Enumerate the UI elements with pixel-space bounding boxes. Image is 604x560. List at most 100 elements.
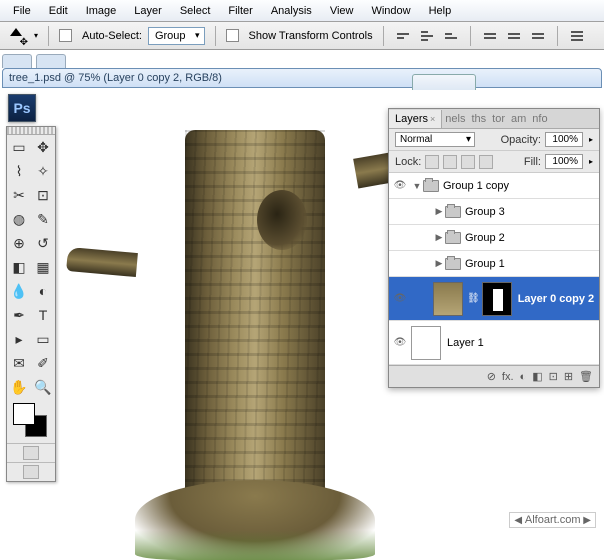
disclosure-triangle-icon[interactable]: ▶ [433,232,445,243]
dodge-tool[interactable]: ◐ [31,279,55,303]
align-bottom-icon[interactable] [442,27,460,45]
layer-mask-icon[interactable]: ◐ [520,371,527,383]
histogram-tab-fragment[interactable]: am [508,110,529,128]
history-brush-tool[interactable]: ↺ [31,231,55,255]
move-tool[interactable]: ✥ [31,135,55,159]
visibility-toggle-icon[interactable] [389,337,411,348]
align-top-icon[interactable] [394,27,412,45]
channels-tab-fragment[interactable]: nels [442,110,468,128]
paths-tab-fragment[interactable]: ths [468,110,489,128]
adjustment-layer-icon[interactable]: ◧ [532,370,542,383]
disclosure-triangle-icon[interactable]: ▶ [433,206,445,217]
new-layer-icon[interactable]: ⊞ [564,370,573,383]
eyedropper-tool[interactable]: ✐ [31,351,55,375]
auto-select-mode-dropdown[interactable]: Group [148,27,205,45]
clone-stamp-tool[interactable]: ⊕ [7,231,31,255]
close-tab-icon[interactable]: × [430,114,435,124]
zoom-tool[interactable]: 🔍 [31,375,55,399]
slice-tool[interactable]: ⊡ [31,183,55,207]
doc-tab[interactable] [36,54,66,68]
type-tool[interactable]: T [31,303,55,327]
align-vcenter-icon[interactable] [418,27,436,45]
layer-row[interactable]: Layer 1 [389,321,599,365]
align-hcenter-icon[interactable] [505,27,523,45]
layer-name[interactable]: Group 2 [465,232,505,244]
layer-thumbnail[interactable] [411,326,441,360]
align-right-icon[interactable] [529,27,547,45]
layer-row-group[interactable]: ▶ Group 3 [389,199,599,225]
notes-tool[interactable]: ✉ [7,351,31,375]
layer-name[interactable]: Layer 0 copy 2 [518,293,594,305]
menu-analysis[interactable]: Analysis [262,2,321,20]
magic-wand-tool[interactable]: ✧ [31,159,55,183]
mask-link-icon[interactable]: ⛓ [467,293,480,304]
crop-tool[interactable]: ✂ [7,183,31,207]
menu-layer[interactable]: Layer [125,2,171,20]
lock-all-icon[interactable] [479,155,493,169]
menu-window[interactable]: Window [362,2,419,20]
opacity-input[interactable]: 100% [545,132,583,147]
visibility-toggle-icon[interactable] [389,293,411,304]
distribute-icon[interactable] [568,27,586,45]
link-layers-icon[interactable]: ⊘ [487,370,496,383]
lasso-tool[interactable]: ⌇ [7,159,31,183]
color-swatches[interactable] [7,399,55,443]
blur-tool[interactable]: 💧 [7,279,31,303]
pen-tool[interactable]: ✒ [7,303,31,327]
panel-grip[interactable] [7,127,55,135]
menu-edit[interactable]: Edit [40,2,77,20]
opacity-slider-icon[interactable]: ▸ [589,135,593,144]
layer-row-selected[interactable]: ⛓ Layer 0 copy 2 [389,277,599,321]
layer-name[interactable]: Layer 1 [447,337,484,349]
eraser-tool[interactable]: ◧ [7,255,31,279]
auto-select-checkbox[interactable] [59,29,72,42]
layer-thumbnail[interactable] [433,282,463,316]
info-tab-fragment[interactable]: nfo [529,110,550,128]
new-group-icon[interactable]: ⊡ [549,370,558,383]
menu-filter[interactable]: Filter [219,2,261,20]
lock-label: Lock: [395,156,421,168]
blend-mode-dropdown[interactable]: Normal [395,132,475,147]
layers-panel-footer: ⊘ fx. ◐ ◧ ⊡ ⊞ 🗑 [389,365,599,387]
shape-tool[interactable]: ▭ [31,327,55,351]
gradient-tool[interactable]: ▦ [31,255,55,279]
disclosure-triangle-icon[interactable]: ▼ [411,181,423,191]
menu-image[interactable]: Image [77,2,126,20]
lock-pixels-icon[interactable] [443,155,457,169]
layer-name[interactable]: Group 3 [465,206,505,218]
fill-input[interactable]: 100% [545,154,583,169]
layers-tab[interactable]: Layers× [389,110,442,128]
lock-transparency-icon[interactable] [425,155,439,169]
doc-tab[interactable] [2,54,32,68]
menu-file[interactable]: File [4,2,40,20]
visibility-toggle-icon[interactable] [389,180,411,191]
layer-style-icon[interactable]: fx. [502,371,514,383]
history-tab-fragment[interactable]: tor [489,110,508,128]
menu-view[interactable]: View [321,2,363,20]
layer-mask-thumbnail[interactable] [482,282,512,316]
path-selection-tool[interactable]: ▸ [7,327,31,351]
tree-image [115,130,395,560]
lock-position-icon[interactable] [461,155,475,169]
hand-tool[interactable]: ✋ [7,375,31,399]
standard-mode-icon[interactable] [23,446,39,460]
align-left-icon[interactable] [481,27,499,45]
show-transform-checkbox[interactable] [226,29,239,42]
brush-tool[interactable]: ✎ [31,207,55,231]
menu-help[interactable]: Help [420,2,461,20]
menu-select[interactable]: Select [171,2,220,20]
fill-slider-icon[interactable]: ▸ [589,157,593,166]
foreground-swatch[interactable] [13,403,35,425]
screen-mode-icon[interactable] [23,465,39,479]
tool-preset-dropdown-icon[interactable]: ▾ [34,31,38,40]
healing-brush-tool[interactable]: ◍ [7,207,31,231]
layer-row-group[interactable]: ▶ Group 2 [389,225,599,251]
delete-layer-icon[interactable]: 🗑 [579,370,593,383]
layer-row-group[interactable]: ▼ Group 1 copy [389,173,599,199]
disclosure-triangle-icon[interactable]: ▶ [433,258,445,269]
marquee-tool[interactable]: ▭ [7,135,31,159]
layer-row-group[interactable]: ▶ Group 1 [389,251,599,277]
layer-name[interactable]: Group 1 [465,258,505,270]
layer-name[interactable]: Group 1 copy [443,180,509,192]
document-title-bar[interactable]: tree_1.psd @ 75% (Layer 0 copy 2, RGB/8) [2,68,602,88]
